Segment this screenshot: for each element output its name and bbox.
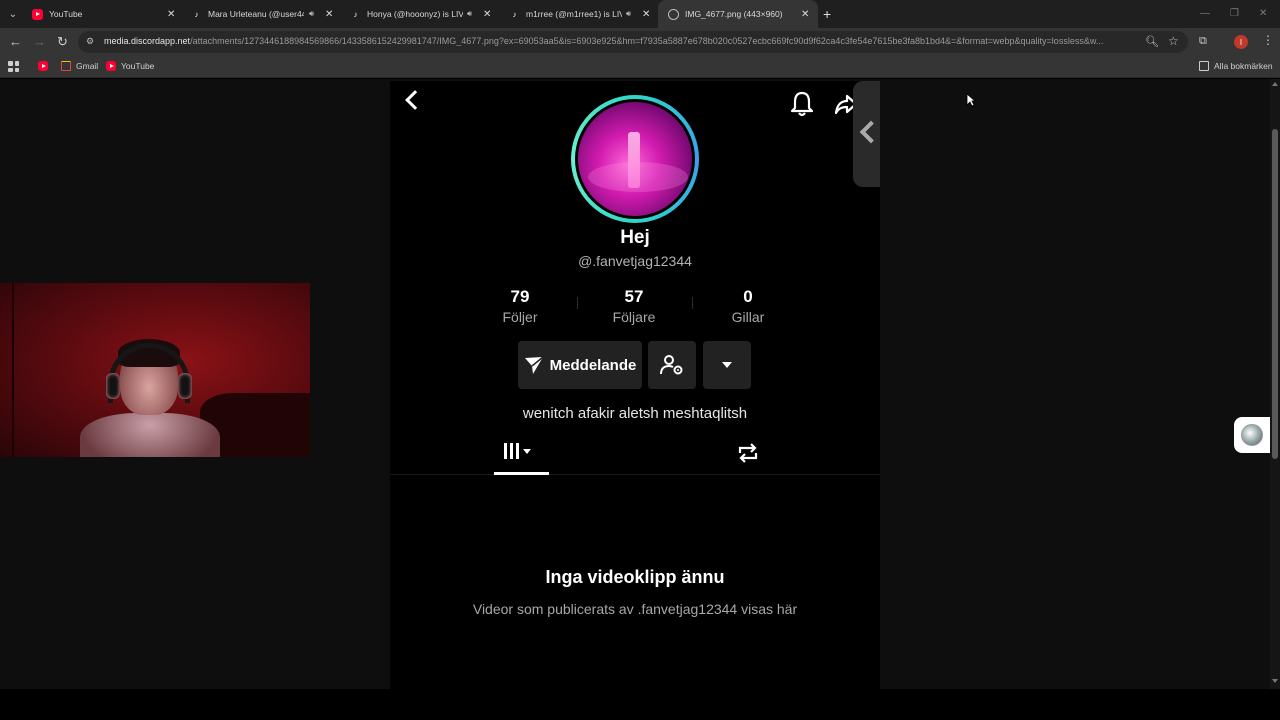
scroll-up-arrow-icon[interactable] — [1272, 82, 1278, 86]
gmail-icon — [61, 61, 71, 71]
url-text[interactable]: media.discordapp.net/attachments/1273446… — [104, 36, 1114, 46]
stat-likes: 0 Gillar — [703, 287, 793, 325]
close-icon[interactable]: ✕ — [642, 9, 650, 20]
back-button[interactable]: ← — [9, 34, 22, 49]
grid-icon — [504, 443, 519, 459]
tiktok-profile-screenshot: Hej @.fanvetjag12344 79 Följer 57 Följar… — [390, 81, 880, 689]
tiktok-icon: ♪ — [512, 9, 517, 19]
stat-followers: 57 Följare — [589, 287, 679, 325]
back-chevron-icon — [405, 90, 425, 110]
address-bar[interactable]: ⚙ media.discordapp.net/attachments/12734… — [78, 31, 1188, 53]
empty-state-title: Inga videoklipp ännu — [545, 567, 725, 587]
speaker-icon[interactable]: 🔊︎ — [467, 9, 472, 19]
tab-strip: ⌄ YouTube ✕ ♪ Mara Urleteanu (@user444..… — [0, 0, 1280, 28]
caret-down-icon — [523, 448, 531, 454]
speaker-icon[interactable]: 🔊︎ — [309, 9, 314, 19]
youtube-icon — [106, 61, 116, 71]
restore-button[interactable]: ❐ — [1230, 8, 1239, 19]
browser-toolbar: ← → ↻ ⚙ media.discordapp.net/attachments… — [0, 28, 1280, 56]
mouse-cursor-icon — [966, 93, 976, 107]
extension-logo-icon — [1241, 424, 1263, 446]
scroll-down-arrow-icon[interactable] — [1272, 679, 1278, 683]
more-menu-icon[interactable]: ⋮ — [1262, 33, 1274, 47]
bookmarks-bar: Gmail YouTube Alla bokmärken — [0, 56, 1280, 78]
divider — [692, 297, 693, 309]
message-button: Meddelande — [518, 341, 642, 389]
all-bookmarks[interactable]: Alla bokmärken — [1199, 61, 1273, 71]
profile-avatar[interactable]: I — [1234, 35, 1248, 49]
browser-tab[interactable]: ♪ Mara Urleteanu (@user444... 🔊︎ ✕ — [181, 0, 340, 28]
avatar-ring — [571, 95, 699, 223]
stat-value: 0 — [743, 287, 753, 306]
tab-title: m1rree (@m1rree1) is LIVE — [526, 9, 622, 19]
tab-search-chevron-icon[interactable]: ⌄ — [4, 5, 22, 23]
globe-icon — [668, 8, 679, 20]
speaker-icon[interactable]: 🔊︎ — [626, 9, 631, 19]
friend-settings-button — [648, 341, 696, 389]
empty-state-subtitle: Videor som publicerats av .fanvetjag1234… — [472, 601, 798, 617]
tiktok-icon: ♪ — [194, 9, 199, 19]
new-tab-button[interactable]: + — [823, 6, 831, 22]
stat-label: Följare — [612, 309, 656, 325]
minimize-button[interactable]: — — [1200, 8, 1210, 19]
page-viewport: Hej @.fanvetjag12344 79 Följer 57 Följar… — [0, 79, 1280, 720]
close-icon[interactable]: ✕ — [483, 9, 491, 20]
window-close-button[interactable]: ✕ — [1259, 8, 1267, 19]
zoom-icon[interactable]: 🔍︎ — [1145, 35, 1159, 48]
content-tabs — [390, 439, 880, 475]
side-panel-handle — [853, 81, 880, 187]
tab-title: IMG_4677.png (443×960) — [685, 9, 783, 19]
profile-bio: wenitch afakir aletsh meshtaqlitsh — [522, 405, 748, 422]
tab-title: Honya (@hooonyz) is LIVE — [367, 9, 463, 19]
bookmark-youtube[interactable]: YouTube — [106, 61, 154, 71]
bookmark-gmail[interactable]: Gmail — [61, 61, 98, 71]
close-icon[interactable]: ✕ — [167, 9, 175, 20]
youtube-icon — [38, 61, 48, 71]
avatar — [578, 102, 692, 216]
bookmark-youtube[interactable] — [38, 61, 53, 71]
repost-icon — [738, 443, 758, 463]
bell-icon — [790, 91, 814, 117]
close-icon[interactable]: ✕ — [325, 9, 333, 20]
forward-button[interactable]: → — [33, 34, 46, 49]
browser-tab[interactable]: ♪ m1rree (@m1rree1) is LIVE 🔊︎ ✕ — [499, 0, 658, 28]
bottom-strip — [0, 689, 1280, 720]
profile-handle: @.fanvetjag12344 — [578, 253, 692, 269]
folder-icon — [1199, 61, 1209, 71]
scrollbar[interactable] — [1270, 79, 1280, 689]
extensions-icon[interactable]: ⧉ — [1199, 35, 1207, 48]
active-tab-indicator — [494, 472, 549, 475]
reload-button[interactable]: ↻ — [57, 34, 68, 50]
divider — [577, 297, 578, 309]
message-button-label: Meddelande — [549, 356, 637, 374]
bookmark-star-icon[interactable]: ☆ — [1168, 34, 1179, 48]
browser-tab-active[interactable]: IMG_4677.png (443×960) ✕ — [658, 0, 818, 28]
scroll-thumb[interactable] — [1272, 129, 1278, 459]
more-options-button — [703, 341, 751, 389]
stat-value: 57 — [624, 287, 644, 306]
tab-title: Mara Urleteanu (@user444... — [208, 9, 304, 19]
stat-value: 79 — [510, 287, 530, 306]
person-gear-icon — [660, 355, 683, 375]
tab-title: YouTube — [49, 9, 83, 19]
browser-tab[interactable]: YouTube ✕ — [22, 0, 182, 28]
site-info-icon[interactable]: ⚙ — [86, 36, 98, 48]
caret-down-icon — [722, 362, 732, 368]
stat-label: Gillar — [731, 309, 765, 325]
webcam-overlay — [0, 283, 310, 457]
browser-tab[interactable]: ♪ Honya (@hooonyz) is LIVE 🔊︎ ✕ — [340, 0, 499, 28]
floating-extension-button[interactable] — [1234, 417, 1270, 453]
videos-grid-tab — [504, 443, 531, 459]
apps-grid-icon[interactable] — [8, 61, 19, 72]
youtube-icon — [32, 8, 43, 20]
stat-following: 79 Följer — [475, 287, 565, 325]
send-plane-icon — [524, 356, 544, 374]
profile-name: Hej — [620, 227, 650, 248]
tiktok-icon: ♪ — [353, 9, 358, 19]
stat-label: Följer — [502, 309, 538, 325]
close-icon[interactable]: ✕ — [801, 9, 809, 20]
